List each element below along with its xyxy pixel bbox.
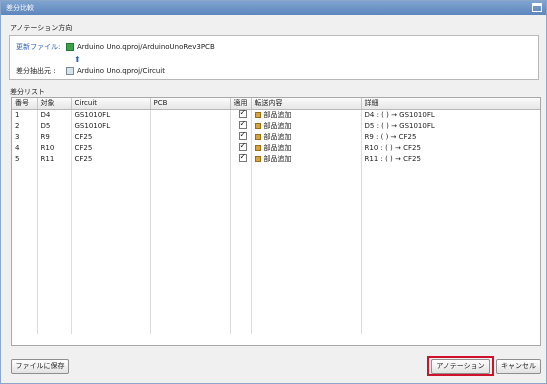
transfer-text: 部品追加 — [263, 154, 292, 163]
cell-detail: D4 : ( ) → GS1010FL — [361, 109, 540, 120]
cell-target: D4 — [37, 109, 72, 120]
part-add-icon — [254, 111, 261, 118]
cell-number: 4 — [12, 142, 38, 153]
circuit-file-icon — [66, 67, 74, 75]
arrow-up-icon: ⬆ — [74, 55, 81, 64]
pcb-file-icon — [66, 43, 74, 51]
cell-transfer: 部品追加 — [251, 142, 362, 153]
cell-target: R9 — [37, 131, 72, 142]
table-row[interactable]: 4 R10 CF25 部品追加 R10 : ( ) → CF25 — [12, 142, 540, 153]
cell-pcb — [150, 109, 231, 120]
annotation-button[interactable]: アノテーション — [431, 359, 490, 374]
cell-apply — [230, 131, 252, 142]
apply-checkbox[interactable] — [238, 120, 247, 129]
cell-apply — [230, 120, 252, 131]
part-add-icon — [254, 133, 261, 140]
col-header-detail[interactable]: 詳細 — [361, 98, 540, 110]
cell-number: 3 — [12, 131, 38, 142]
diff-compare-dialog: 差分比較 アノテーション方向 更新ファイル: Arduino Uno.qproj… — [0, 0, 547, 384]
cell-transfer: 部品追加 — [251, 131, 362, 142]
update-file-row: 更新ファイル: Arduino Uno.qproj/ArduinoUnoRev3… — [16, 42, 215, 52]
cell-transfer: 部品追加 — [251, 153, 362, 164]
cell-detail: R11 : ( ) → CF25 — [361, 153, 540, 164]
update-file-value: Arduino Uno.qproj/ArduinoUnoRev3PCB — [77, 43, 215, 51]
window-title: 差分比較 — [6, 4, 34, 12]
cell-number: 5 — [12, 153, 38, 164]
cancel-button[interactable]: キャンセル — [496, 359, 541, 374]
apply-checkbox[interactable] — [238, 109, 247, 118]
cell-transfer: 部品追加 — [251, 120, 362, 131]
cell-pcb — [150, 153, 231, 164]
cell-detail: R10 : ( ) → CF25 — [361, 142, 540, 153]
transfer-text: 部品追加 — [263, 121, 292, 130]
cell-apply — [230, 153, 252, 164]
source-value: Arduino Uno.qproj/Circuit — [77, 67, 165, 75]
part-add-icon — [254, 144, 261, 151]
annotation-direction-title: アノテーション方向 — [10, 24, 73, 32]
cell-target: D5 — [37, 120, 72, 131]
cell-circuit: CF25 — [71, 153, 151, 164]
transfer-text: 部品追加 — [263, 110, 292, 119]
part-add-icon — [254, 155, 261, 162]
cell-circuit: GS1010FL — [71, 109, 151, 120]
col-header-transfer[interactable]: 転送内容 — [251, 98, 362, 110]
cell-circuit: CF25 — [71, 142, 151, 153]
part-add-icon — [254, 122, 261, 129]
cell-apply — [230, 142, 252, 153]
title-bar: 差分比較 — [1, 1, 546, 15]
cell-target: R11 — [37, 153, 72, 164]
cell-transfer: 部品追加 — [251, 109, 362, 120]
cell-number: 1 — [12, 109, 38, 120]
annotation-direction-panel: 更新ファイル: Arduino Uno.qproj/ArduinoUnoRev3… — [9, 35, 539, 80]
save-to-file-button[interactable]: ファイルに保存 — [11, 359, 69, 374]
col-header-target[interactable]: 対象 — [37, 98, 72, 110]
table-row[interactable]: 2 D5 GS1010FL 部品追加 D5 : ( ) → GS1010FL — [12, 120, 540, 131]
table-row[interactable]: 3 R9 CF25 部品追加 R9 : ( ) → CF25 — [12, 131, 540, 142]
cell-pcb — [150, 142, 231, 153]
update-file-label: 更新ファイル: — [16, 43, 61, 51]
table-row[interactable]: 1 D4 GS1010FL 部品追加 D4 : ( ) → GS1010FL — [12, 109, 540, 120]
cell-detail: D5 : ( ) → GS1010FL — [361, 120, 540, 131]
col-header-circuit[interactable]: Circuit — [71, 98, 151, 110]
table-header-row: 番号 対象 Circuit PCB 適用 転送内容 詳細 — [12, 98, 540, 110]
source-row: 差分抽出元 : Arduino Uno.qproj/Circuit — [16, 66, 165, 76]
cell-pcb — [150, 120, 231, 131]
cell-circuit: CF25 — [71, 131, 151, 142]
apply-checkbox[interactable] — [238, 153, 247, 162]
cell-pcb — [150, 131, 231, 142]
cell-apply — [230, 109, 252, 120]
col-header-number[interactable]: 番号 — [12, 98, 38, 110]
cell-target: R10 — [37, 142, 72, 153]
transfer-text: 部品追加 — [263, 132, 292, 141]
source-label: 差分抽出元 : — [16, 67, 56, 75]
table-row[interactable]: 5 R11 CF25 部品追加 R11 : ( ) → CF25 — [12, 153, 540, 164]
col-header-pcb[interactable]: PCB — [150, 98, 231, 110]
table-row-empty — [12, 164, 540, 334]
cell-number: 2 — [12, 120, 38, 131]
diff-list-table[interactable]: 番号 対象 Circuit PCB 適用 転送内容 詳細 1 D4 GS1010… — [11, 97, 541, 346]
maximize-icon[interactable] — [532, 3, 542, 12]
diff-list-title: 差分リスト — [10, 88, 45, 96]
cell-detail: R9 : ( ) → CF25 — [361, 131, 540, 142]
cell-circuit: GS1010FL — [71, 120, 151, 131]
col-header-apply[interactable]: 適用 — [230, 98, 252, 110]
transfer-text: 部品追加 — [263, 143, 292, 152]
apply-checkbox[interactable] — [238, 131, 247, 140]
apply-checkbox[interactable] — [238, 142, 247, 151]
